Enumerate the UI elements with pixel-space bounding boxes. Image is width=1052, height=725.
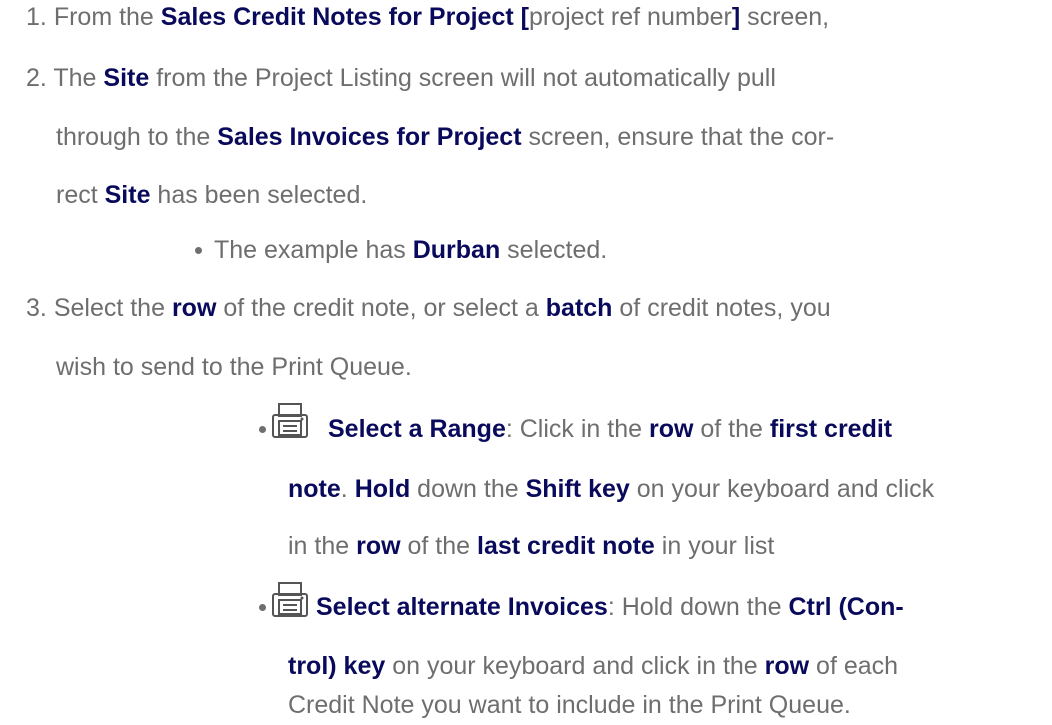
text: : Hold down the bbox=[607, 593, 789, 621]
text: through to the bbox=[56, 123, 218, 151]
text: Credit Note you want to include in the P… bbox=[288, 691, 851, 719]
text: The example has bbox=[214, 236, 413, 264]
step-2-bullet: The example has Durban selected. bbox=[214, 235, 607, 265]
range-line-1: Select a Range: Click in the row of the … bbox=[328, 414, 892, 444]
bullet-dot bbox=[259, 604, 266, 611]
step-number: 1. bbox=[26, 3, 47, 31]
alternate-line-3: Credit Note you want to include in the P… bbox=[288, 690, 851, 720]
instruction-document: 1. From the Sales Credit Notes for Proje… bbox=[0, 0, 1052, 725]
text: in your list bbox=[654, 532, 775, 560]
range-line-3: in the row of the last credit note in yo… bbox=[288, 531, 774, 561]
text: . bbox=[340, 475, 355, 503]
bold-text: row bbox=[171, 294, 217, 322]
bold-text: note bbox=[288, 475, 341, 503]
text: on your keyboard and click in the bbox=[385, 652, 765, 680]
text: of the bbox=[693, 415, 770, 443]
bold-text: Select alternate Invoices bbox=[316, 593, 608, 621]
bold-text: Shift key bbox=[525, 475, 630, 503]
printer-icon bbox=[272, 403, 308, 438]
step-1: 1. From the Sales Credit Notes for Proje… bbox=[26, 2, 829, 32]
text: screen, bbox=[740, 3, 830, 31]
step-number: 3. bbox=[26, 294, 47, 322]
text: of the bbox=[400, 532, 478, 560]
text: of the credit note, or select a bbox=[216, 294, 546, 322]
text: on your keyboard and click bbox=[629, 475, 935, 503]
step-2-line-2: through to the Sales Invoices for Projec… bbox=[56, 122, 834, 152]
step-3-line-2: wish to send to the Print Queue. bbox=[56, 352, 412, 382]
printer-icon bbox=[272, 582, 308, 617]
bold-text: row bbox=[764, 652, 810, 680]
bold-text: last credit note bbox=[477, 532, 655, 560]
bold-text: Hold bbox=[354, 475, 411, 503]
text: of each bbox=[809, 652, 899, 680]
text: wish to send to the Print Queue. bbox=[56, 353, 412, 381]
text: of credit notes, you bbox=[612, 294, 831, 322]
bold-text: batch bbox=[545, 294, 613, 322]
bold-text: ] bbox=[731, 3, 741, 31]
bold-text: Sales Invoices for Project bbox=[217, 123, 522, 151]
step-2-line-1: 2. The Site from the Project Listing scr… bbox=[26, 63, 776, 93]
bold-text: Site bbox=[104, 181, 151, 209]
text: screen, ensure that the cor- bbox=[521, 123, 835, 151]
text: Select the bbox=[53, 294, 172, 322]
text: has been selected. bbox=[150, 181, 368, 209]
text: project ref number bbox=[528, 3, 732, 31]
bold-text: Durban bbox=[412, 236, 501, 264]
bullet-dot bbox=[195, 247, 202, 254]
bold-text: trol) key bbox=[288, 652, 386, 680]
bullet-dot bbox=[259, 426, 266, 433]
bold-text: first credit bbox=[769, 415, 893, 443]
step-3-line-1: 3. Select the row of the credit note, or… bbox=[26, 293, 831, 323]
text: down the bbox=[410, 475, 526, 503]
text: The bbox=[53, 64, 104, 92]
text: rect bbox=[56, 181, 105, 209]
alternate-line-1: Select alternate Invoices: Hold down the… bbox=[316, 592, 904, 622]
bold-text: Select a Range bbox=[328, 415, 506, 443]
bold-text: row bbox=[648, 415, 694, 443]
text: From the bbox=[53, 3, 161, 31]
text: selected. bbox=[500, 236, 608, 264]
range-line-2: note. Hold down the Shift key on your ke… bbox=[288, 474, 934, 504]
bold-text: Sales Credit Notes for Project [ bbox=[160, 3, 529, 31]
step-2-line-3: rect Site has been selected. bbox=[56, 180, 367, 210]
text: in the bbox=[288, 532, 357, 560]
bold-text: row bbox=[356, 532, 401, 560]
text: : Click in the bbox=[505, 415, 649, 443]
bold-text: Ctrl (Con- bbox=[788, 593, 904, 621]
text: from the Project Listing screen will not… bbox=[149, 64, 776, 92]
bold-text: Site bbox=[103, 64, 150, 92]
alternate-line-2: trol) key on your keyboard and click in … bbox=[288, 651, 898, 681]
step-number: 2. bbox=[26, 64, 47, 92]
